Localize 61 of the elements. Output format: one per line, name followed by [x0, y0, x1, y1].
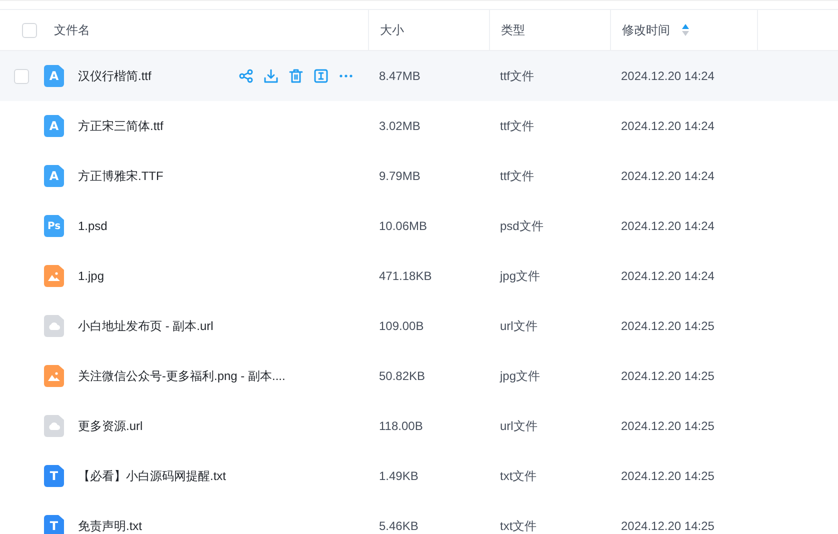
- modified-time: 2024.12.20 14:25: [620, 519, 716, 533]
- modified-time: 2024.12.20 14:24: [620, 69, 716, 83]
- font-file-icon: Ps: [44, 215, 64, 237]
- share-icon[interactable]: [238, 68, 254, 84]
- file-size: 10.06MB: [378, 219, 428, 233]
- file-name[interactable]: 关注微信公众号-更多福利.png - 副本....: [78, 368, 368, 384]
- column-header[interactable]: 大小: [380, 22, 404, 38]
- row-checkbox[interactable]: [14, 68, 29, 84]
- file-type: txt文件: [499, 518, 538, 534]
- file-name[interactable]: 1.jpg: [78, 269, 368, 283]
- file-type: jpg文件: [498, 268, 542, 284]
- modified-time: 2024.12.20 14:25: [620, 419, 716, 433]
- file-type: url文件: [499, 318, 538, 334]
- image-file-icon: [44, 265, 64, 287]
- column-header[interactable]: 文件名: [54, 22, 90, 38]
- delete-icon[interactable]: [288, 68, 304, 84]
- file-size: 9.79MB: [378, 169, 422, 183]
- file-size: 50.82KB: [378, 369, 426, 383]
- text-file-icon: T: [44, 515, 64, 534]
- font-file-icon: A: [44, 65, 64, 87]
- cloud-file-icon: [44, 415, 64, 437]
- modified-time: 2024.12.20 14:25: [620, 319, 716, 333]
- modified-time: 2024.12.20 14:24: [620, 119, 716, 133]
- file-name[interactable]: 【必看】小白源码网提醒.txt: [78, 468, 368, 484]
- file-type: psd文件: [499, 218, 544, 234]
- file-type: url文件: [499, 418, 538, 434]
- modified-time: 2024.12.20 14:25: [620, 369, 716, 383]
- file-name[interactable]: 更多资源.url: [78, 418, 368, 434]
- image-file-icon: [44, 365, 64, 387]
- file-size: 1.49KB: [378, 469, 420, 483]
- column-header[interactable]: 类型: [501, 22, 525, 38]
- select-all-checkbox[interactable]: [22, 22, 37, 38]
- file-size: 3.02MB: [378, 119, 422, 133]
- rename-icon[interactable]: [313, 68, 329, 84]
- file-size: 5.46KB: [378, 519, 420, 533]
- file-size: 118.00B: [378, 419, 424, 433]
- file-size: 8.47MB: [378, 69, 422, 83]
- file-size: 109.00B: [378, 319, 425, 333]
- file-name[interactable]: 1.psd: [78, 219, 368, 233]
- font-file-icon: A: [44, 165, 64, 187]
- file-name[interactable]: 方正宋三简体.ttf: [78, 118, 368, 134]
- file-name[interactable]: 方正博雅宋.TTF: [78, 168, 368, 184]
- file-type: ttf文件: [499, 118, 536, 134]
- file-name[interactable]: 小白地址发布页 - 副本.url: [78, 318, 368, 334]
- text-file-icon: T: [44, 465, 64, 487]
- modified-time: 2024.12.20 14:24: [620, 269, 716, 283]
- sort-icon[interactable]: [682, 24, 689, 36]
- download-icon[interactable]: [263, 68, 279, 84]
- column-header[interactable]: 修改时间: [622, 22, 670, 38]
- file-size: 471.18KB: [378, 269, 433, 283]
- file-type: txt文件: [499, 468, 538, 484]
- file-name[interactable]: 免责声明.txt: [78, 518, 368, 534]
- modified-time: 2024.12.20 14:24: [620, 219, 716, 233]
- file-type: ttf文件: [499, 68, 536, 84]
- modified-time: 2024.12.20 14:25: [620, 469, 716, 483]
- modified-time: 2024.12.20 14:24: [620, 169, 716, 183]
- file-type: ttf文件: [499, 168, 536, 184]
- file-type: jpg文件: [498, 368, 542, 384]
- cloud-file-icon: [44, 315, 64, 337]
- font-file-icon: A: [44, 115, 64, 137]
- file-name[interactable]: 汉仪行楷简.ttf: [78, 68, 224, 84]
